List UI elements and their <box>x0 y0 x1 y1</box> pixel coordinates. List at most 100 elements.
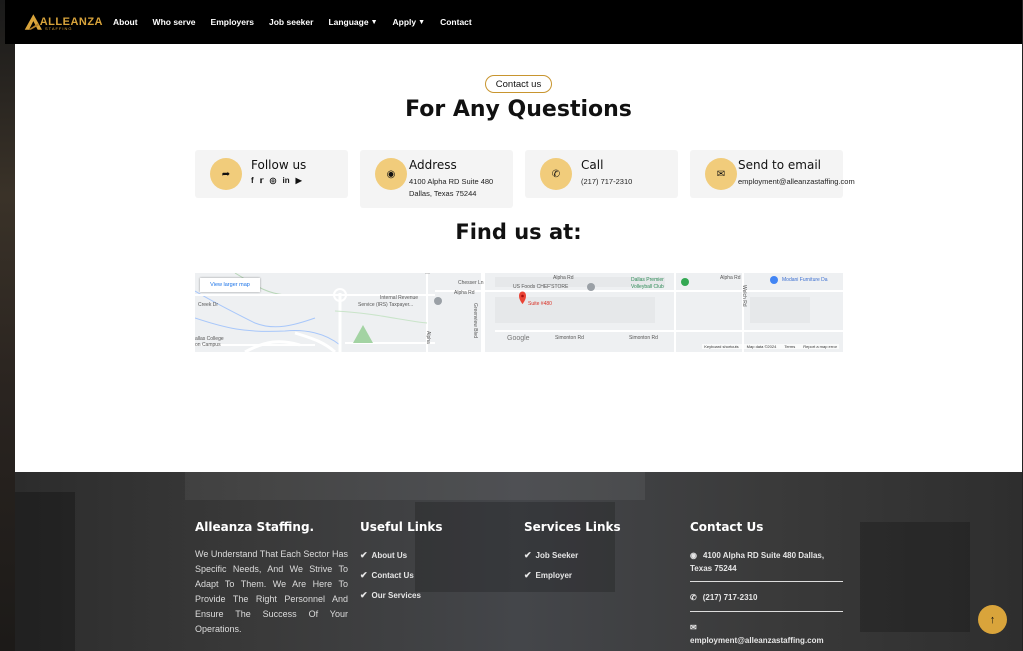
map-label: Alpha Rd <box>454 290 475 296</box>
footer-background-shape <box>15 492 75 651</box>
map-label: US Foods CHEF'STORE <box>513 284 569 290</box>
card-title: Call <box>581 158 604 172</box>
report-map-error-link[interactable]: Report a map error <box>803 344 837 349</box>
map-label: Alpha <box>425 331 431 344</box>
link-label: Job Seeker <box>535 551 579 560</box>
check-icon: ✔ <box>360 590 368 600</box>
nav-label: Job seeker <box>269 17 314 27</box>
map-label: Dallas Premier <box>631 277 664 283</box>
email-card[interactable]: ✉ Send to email employment@alleanzastaff… <box>690 150 855 198</box>
address-card: ◉ Address 4100 Alpha RD Suite 480 Dallas… <box>360 150 513 208</box>
card-title: Send to email <box>738 158 821 172</box>
site-footer: Alleanza Staffing. We Understand That Ea… <box>15 472 1022 651</box>
map-label: Alpha Rd <box>553 275 574 281</box>
facebook-icon[interactable]: f <box>251 176 254 185</box>
footer-email[interactable]: ✉ employment@alleanzastaffing.com <box>690 621 824 647</box>
phone-text: (217) 717-2310 <box>702 593 758 602</box>
call-card[interactable]: ✆ Call (217) 717-2310 <box>525 150 678 198</box>
card-title: Address <box>409 158 457 172</box>
map-label: Welch Rd <box>741 285 747 307</box>
link-label: Contact Us <box>371 571 414 580</box>
map-data-text: Map data ©2024 <box>746 344 777 349</box>
email-address: employment@alleanzastaffing.com <box>738 177 855 186</box>
link-label: About Us <box>371 551 408 560</box>
nav-label: Employers <box>210 17 255 27</box>
phone-number: (217) 717-2310 <box>581 177 633 186</box>
chevron-down-icon: ▼ <box>418 18 426 26</box>
nav-label: Contact <box>440 17 472 27</box>
footer-link-employer[interactable]: ✔ Employer <box>524 570 572 581</box>
nav-contact[interactable]: Contact <box>440 17 472 27</box>
map-label: Greenview Blvd <box>472 303 478 339</box>
map-label: Internal Revenue <box>380 295 419 301</box>
navbar: ALLEANZA STAFFING About Who serve Employ… <box>5 0 1022 44</box>
page-edge-left <box>0 0 15 651</box>
linkedin-icon[interactable]: in <box>283 176 290 185</box>
nav-label: Language <box>328 17 369 27</box>
map-pin-icon: ◉ <box>690 551 697 560</box>
check-icon: ✔ <box>360 570 368 580</box>
follow-card: ➦ Follow us f 𝕣 ◎ in ▶ <box>195 150 348 198</box>
check-icon: ✔ <box>524 570 532 580</box>
footer-background-shape <box>860 522 970 632</box>
footer-about-title: Alleanza Staffing. <box>195 520 315 534</box>
address-text: 4100 Alpha RD Suite 480 Dallas, Texas 75… <box>690 551 825 573</box>
youtube-icon[interactable]: ▶ <box>296 176 302 185</box>
instagram-icon[interactable]: ◎ <box>270 176 277 185</box>
map-label: Simonton Rd <box>555 335 584 341</box>
footer-background-shape <box>415 502 615 592</box>
link-label: Our Services <box>371 591 421 600</box>
arrow-up-icon[interactable]: ↑ <box>978 605 1007 634</box>
map-pin-icon: ◉ <box>375 158 407 190</box>
map-label: Chesser Ln <box>458 280 484 286</box>
contact-pill: Contact us <box>485 75 552 93</box>
nav-language[interactable]: Language ▼ <box>328 17 377 27</box>
nav-employers[interactable]: Employers <box>211 17 254 27</box>
nav-label: About <box>113 17 138 27</box>
footer-background-shape <box>185 472 645 500</box>
page-title: For Any Questions <box>405 97 632 122</box>
nav-who-serve[interactable]: Who serve <box>153 17 196 27</box>
map-label: Volleyball Club <box>631 284 664 290</box>
main-nav: About Who serve Employers Job seeker Lan… <box>113 17 487 27</box>
view-larger-map-link[interactable]: View larger map <box>200 278 260 292</box>
terms-link[interactable]: Terms <box>784 344 795 349</box>
contact-section: Contact us For Any Questions ➦ Follow us… <box>15 44 1022 472</box>
footer-divider <box>690 581 843 582</box>
address-line-1: 4100 Alpha RD Suite 480 <box>409 177 494 186</box>
twitter-icon[interactable]: 𝕣 <box>260 176 264 185</box>
footer-services-title: Services Links <box>524 520 621 534</box>
footer-link-services[interactable]: ✔ Our Services <box>360 590 421 601</box>
footer-contact-title: Contact Us <box>690 520 764 534</box>
nav-job-seeker[interactable]: Job seeker <box>269 17 313 27</box>
nav-label: Who serve <box>152 17 196 27</box>
footer-divider <box>690 611 843 612</box>
find-us-title: Find us at: <box>455 220 582 244</box>
envelope-icon: ✉ <box>690 623 697 632</box>
map-embed[interactable]: View larger map Chesser Ln Alpha Rd Alph… <box>195 273 843 352</box>
check-icon: ✔ <box>360 550 368 560</box>
footer-useful-title: Useful Links <box>360 520 443 534</box>
map-label: Service (IRS) Taxpayer... <box>358 302 414 308</box>
nav-about[interactable]: About <box>113 17 138 27</box>
footer-address: ◉ 4100 Alpha RD Suite 480 Dallas, Texas 7… <box>690 549 840 575</box>
nav-apply[interactable]: Apply ▼ <box>393 17 426 27</box>
share-icon: ➦ <box>210 158 242 190</box>
footer-link-contact[interactable]: ✔ Contact Us <box>360 570 414 581</box>
brand-logo[interactable]: ALLEANZA STAFFING <box>23 7 103 37</box>
map-label: Suite #480 <box>528 301 552 307</box>
map-label: Alpha Rd <box>720 275 741 281</box>
phone-icon: ✆ <box>540 158 572 190</box>
footer-link-job-seeker[interactable]: ✔ Job Seeker <box>524 550 578 561</box>
google-logo: Google <box>507 335 530 342</box>
footer-link-about[interactable]: ✔ About Us <box>360 550 407 561</box>
brand-tagline: STAFFING <box>45 26 73 31</box>
check-icon: ✔ <box>524 550 532 560</box>
footer-phone[interactable]: ✆ (217) 717-2310 <box>690 591 757 604</box>
footer-about-text: We Understand That Each Sector Has Speci… <box>195 549 348 634</box>
card-title: Follow us <box>251 158 307 172</box>
email-text: employment@alleanzastaffing.com <box>690 636 824 645</box>
map-label: Creek Dr <box>198 302 219 308</box>
keyboard-shortcuts-link[interactable]: Keyboard shortcuts <box>704 344 738 349</box>
nav-label: Apply <box>392 17 417 27</box>
